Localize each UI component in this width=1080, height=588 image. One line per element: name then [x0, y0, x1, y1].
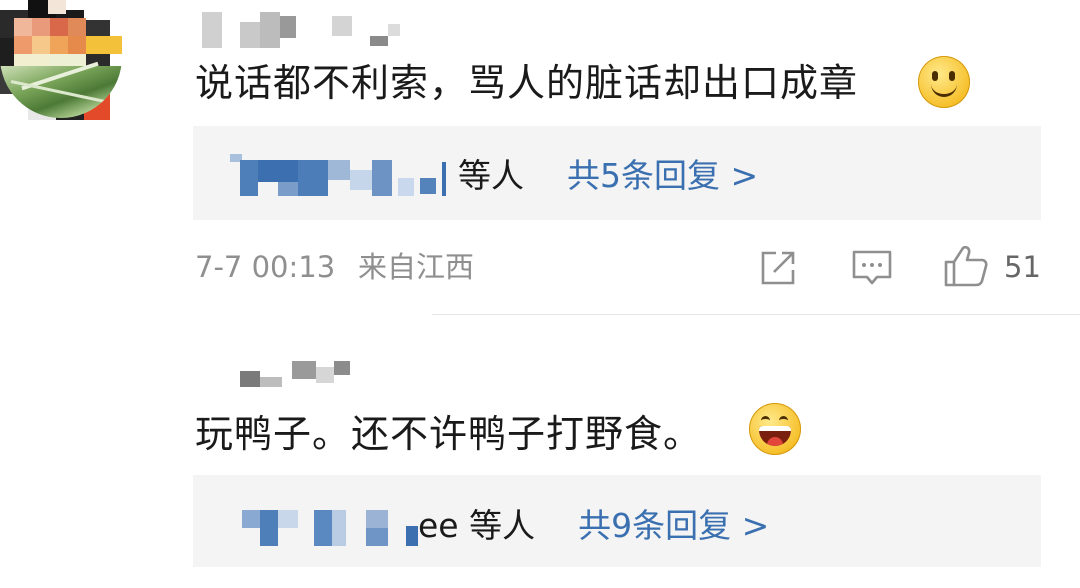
reply-summary[interactable]: ee 等人 共9条回复 > [418, 509, 769, 542]
comment-1: 说话都不利索，骂人的脏话却出口成章 等人 共5条回复 > 7-7 00:13 来… [0, 0, 1080, 287]
comment-location: 来自江西 [358, 250, 475, 284]
username-blurred[interactable] [240, 361, 350, 391]
reply-users-blurred[interactable] [240, 504, 430, 546]
username-blurred[interactable] [200, 10, 410, 50]
avatar[interactable] [0, 0, 122, 238]
like-count: 51 [1004, 250, 1041, 284]
like-icon[interactable] [943, 244, 989, 288]
comment-text: 说话都不利索，骂人的脏话却出口成章 [195, 61, 859, 105]
comment-text: 玩鸭子。还不许鸭子打野食。 [195, 412, 703, 456]
reply-summary[interactable]: 等人 共5条回复 > [458, 159, 758, 192]
share-icon[interactable] [758, 248, 798, 288]
comment-divider [432, 314, 1080, 315]
reply-users-suffix: ee 等人 [418, 506, 536, 545]
reply-count-link[interactable]: 共9条回复 > [578, 506, 769, 545]
reply-count-link[interactable]: 共5条回复 > [567, 156, 758, 195]
comment-icon[interactable] [851, 248, 893, 288]
smile-emoji-icon [918, 56, 970, 108]
comment-time: 7-7 00:13 [195, 250, 336, 284]
reply-users-blurred[interactable] [228, 154, 458, 196]
laugh-emoji-icon [749, 403, 801, 455]
reply-users-suffix: 等人 [458, 156, 524, 195]
